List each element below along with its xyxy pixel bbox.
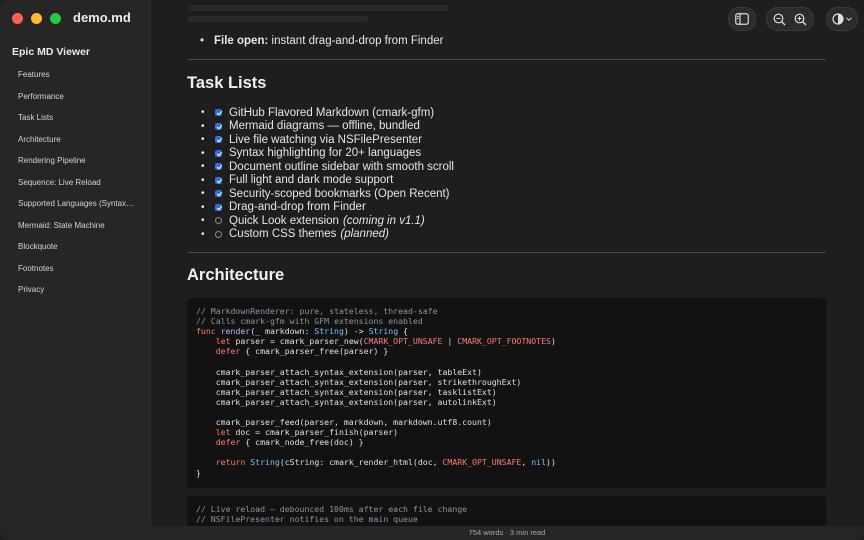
- task-list: • GitHub Flavored Markdown (cmark-gfm) • Me…: [201, 106, 454, 241]
- sidebar-item[interactable]: Supported Languages (Syntax Highlighting…: [0, 193, 136, 215]
- sidebar: demo.md Epic MD Viewer Features Performan…: [0, 0, 151, 540]
- sidebar-item[interactable]: Privacy: [0, 279, 136, 301]
- document-content: File open: instant drag-and-drop from Fi…: [150, 0, 864, 526]
- bullet-marker: •: [201, 107, 205, 119]
- sidebar-item[interactable]: Performance: [0, 86, 136, 108]
- bullet-marker: •: [201, 228, 205, 240]
- code-text: // MarkdownRenderer: pure, stateless, th…: [196, 306, 556, 478]
- minimize-button[interactable]: [31, 13, 42, 24]
- task-text: Document outline sidebar with smooth scr…: [229, 160, 454, 173]
- task-item: • Drag-and-drop from Finder: [201, 201, 454, 215]
- sidebar-item[interactable]: Blockquote: [0, 236, 136, 258]
- task-text: Syntax highlighting for 20+ languages: [229, 147, 422, 160]
- task-checkbox[interactable]: [215, 163, 222, 171]
- heading-architecture: Architecture: [187, 266, 285, 284]
- task-item: • Mermaid diagrams — offline, bundled: [201, 120, 454, 134]
- app-window: demo.md Epic MD Viewer Features Performan…: [0, 0, 864, 540]
- window-controls: [12, 13, 61, 24]
- bullet-marker: •: [201, 134, 205, 146]
- divider: [187, 252, 826, 253]
- scrolled-text-fragment: [188, 0, 788, 28]
- divider: [187, 59, 826, 60]
- list-item: File open: instant drag-and-drop from Fi…: [200, 35, 444, 47]
- sidebar-app-name: Epic MD Viewer: [12, 46, 91, 58]
- task-text: Custom CSS themes: [229, 228, 337, 241]
- code-block: // MarkdownRenderer: pure, stateless, th…: [187, 298, 826, 488]
- task-checkbox[interactable]: [215, 203, 222, 211]
- task-item: • Full light and dark mode support: [201, 174, 454, 188]
- sidebar-item[interactable]: Task Lists: [0, 107, 136, 129]
- task-checkbox[interactable]: [215, 109, 222, 117]
- task-text: Drag-and-drop from Finder: [229, 201, 366, 214]
- task-item: • Document outline sidebar with smooth sc…: [201, 160, 454, 174]
- task-text: Security-scoped bookmarks (Open Recent): [229, 187, 450, 200]
- bullet-marker: •: [201, 174, 205, 186]
- task-item: • Custom CSS themes (planned): [201, 228, 454, 242]
- sidebar-item[interactable]: Mermaid: State Machine: [0, 215, 136, 237]
- code-text: // Live reload — debounced 100ms after e…: [196, 504, 468, 525]
- task-item: • Security-scoped bookmarks (Open Recent): [201, 187, 454, 201]
- task-checkbox[interactable]: [215, 190, 222, 198]
- task-text: Full light and dark mode support: [229, 174, 394, 187]
- status-bar: 754 words · 3 min read: [150, 526, 864, 540]
- task-checkbox[interactable]: [215, 122, 222, 130]
- task-note: (planned): [340, 228, 389, 241]
- task-checkbox[interactable]: [215, 149, 222, 157]
- window-title: demo.md: [73, 10, 131, 25]
- sidebar-item[interactable]: Footnotes: [0, 258, 136, 280]
- task-checkbox[interactable]: [215, 230, 222, 238]
- task-item: • Syntax highlighting for 20+ languages: [201, 147, 454, 161]
- bold-label: File open:: [214, 35, 269, 47]
- list-item-text: instant drag-and-drop from Finder: [268, 35, 444, 47]
- close-button[interactable]: [12, 13, 23, 24]
- task-checkbox[interactable]: [215, 136, 222, 144]
- task-note: (coming in v1.1): [342, 214, 425, 227]
- task-item: • Live file watching via NSFilePresenter: [201, 133, 454, 147]
- task-checkbox[interactable]: [215, 176, 222, 184]
- task-checkbox[interactable]: [215, 217, 222, 225]
- bullet-marker: •: [201, 147, 205, 159]
- heading-task-lists: Task Lists: [187, 74, 267, 92]
- task-text: GitHub Flavored Markdown (cmark-gfm): [229, 106, 435, 119]
- sidebar-item[interactable]: Architecture: [0, 129, 136, 151]
- sidebar-item[interactable]: Rendering Pipeline: [0, 150, 136, 172]
- bullet-marker: •: [201, 201, 205, 213]
- task-text: Mermaid diagrams — offline, bundled: [229, 120, 420, 133]
- zoom-button[interactable]: [50, 13, 61, 24]
- code-block: // Live reload — debounced 100ms after e…: [187, 496, 826, 526]
- bullet-marker: •: [201, 215, 205, 227]
- bullet-marker: •: [201, 161, 205, 173]
- task-text: Live file watching via NSFilePresenter: [229, 133, 423, 146]
- bullet-marker: •: [201, 120, 205, 132]
- sidebar-item[interactable]: Features: [0, 64, 136, 86]
- bullet-marker: •: [201, 188, 205, 200]
- task-item: • Quick Look extension (coming in v1.1): [201, 214, 454, 228]
- sidebar-item[interactable]: Sequence: Live Reload: [0, 172, 136, 194]
- task-item: • GitHub Flavored Markdown (cmark-gfm): [201, 106, 454, 120]
- outline-list: Features Performance Task Lists Architectur…: [0, 64, 150, 301]
- task-text: Quick Look extension: [229, 214, 339, 227]
